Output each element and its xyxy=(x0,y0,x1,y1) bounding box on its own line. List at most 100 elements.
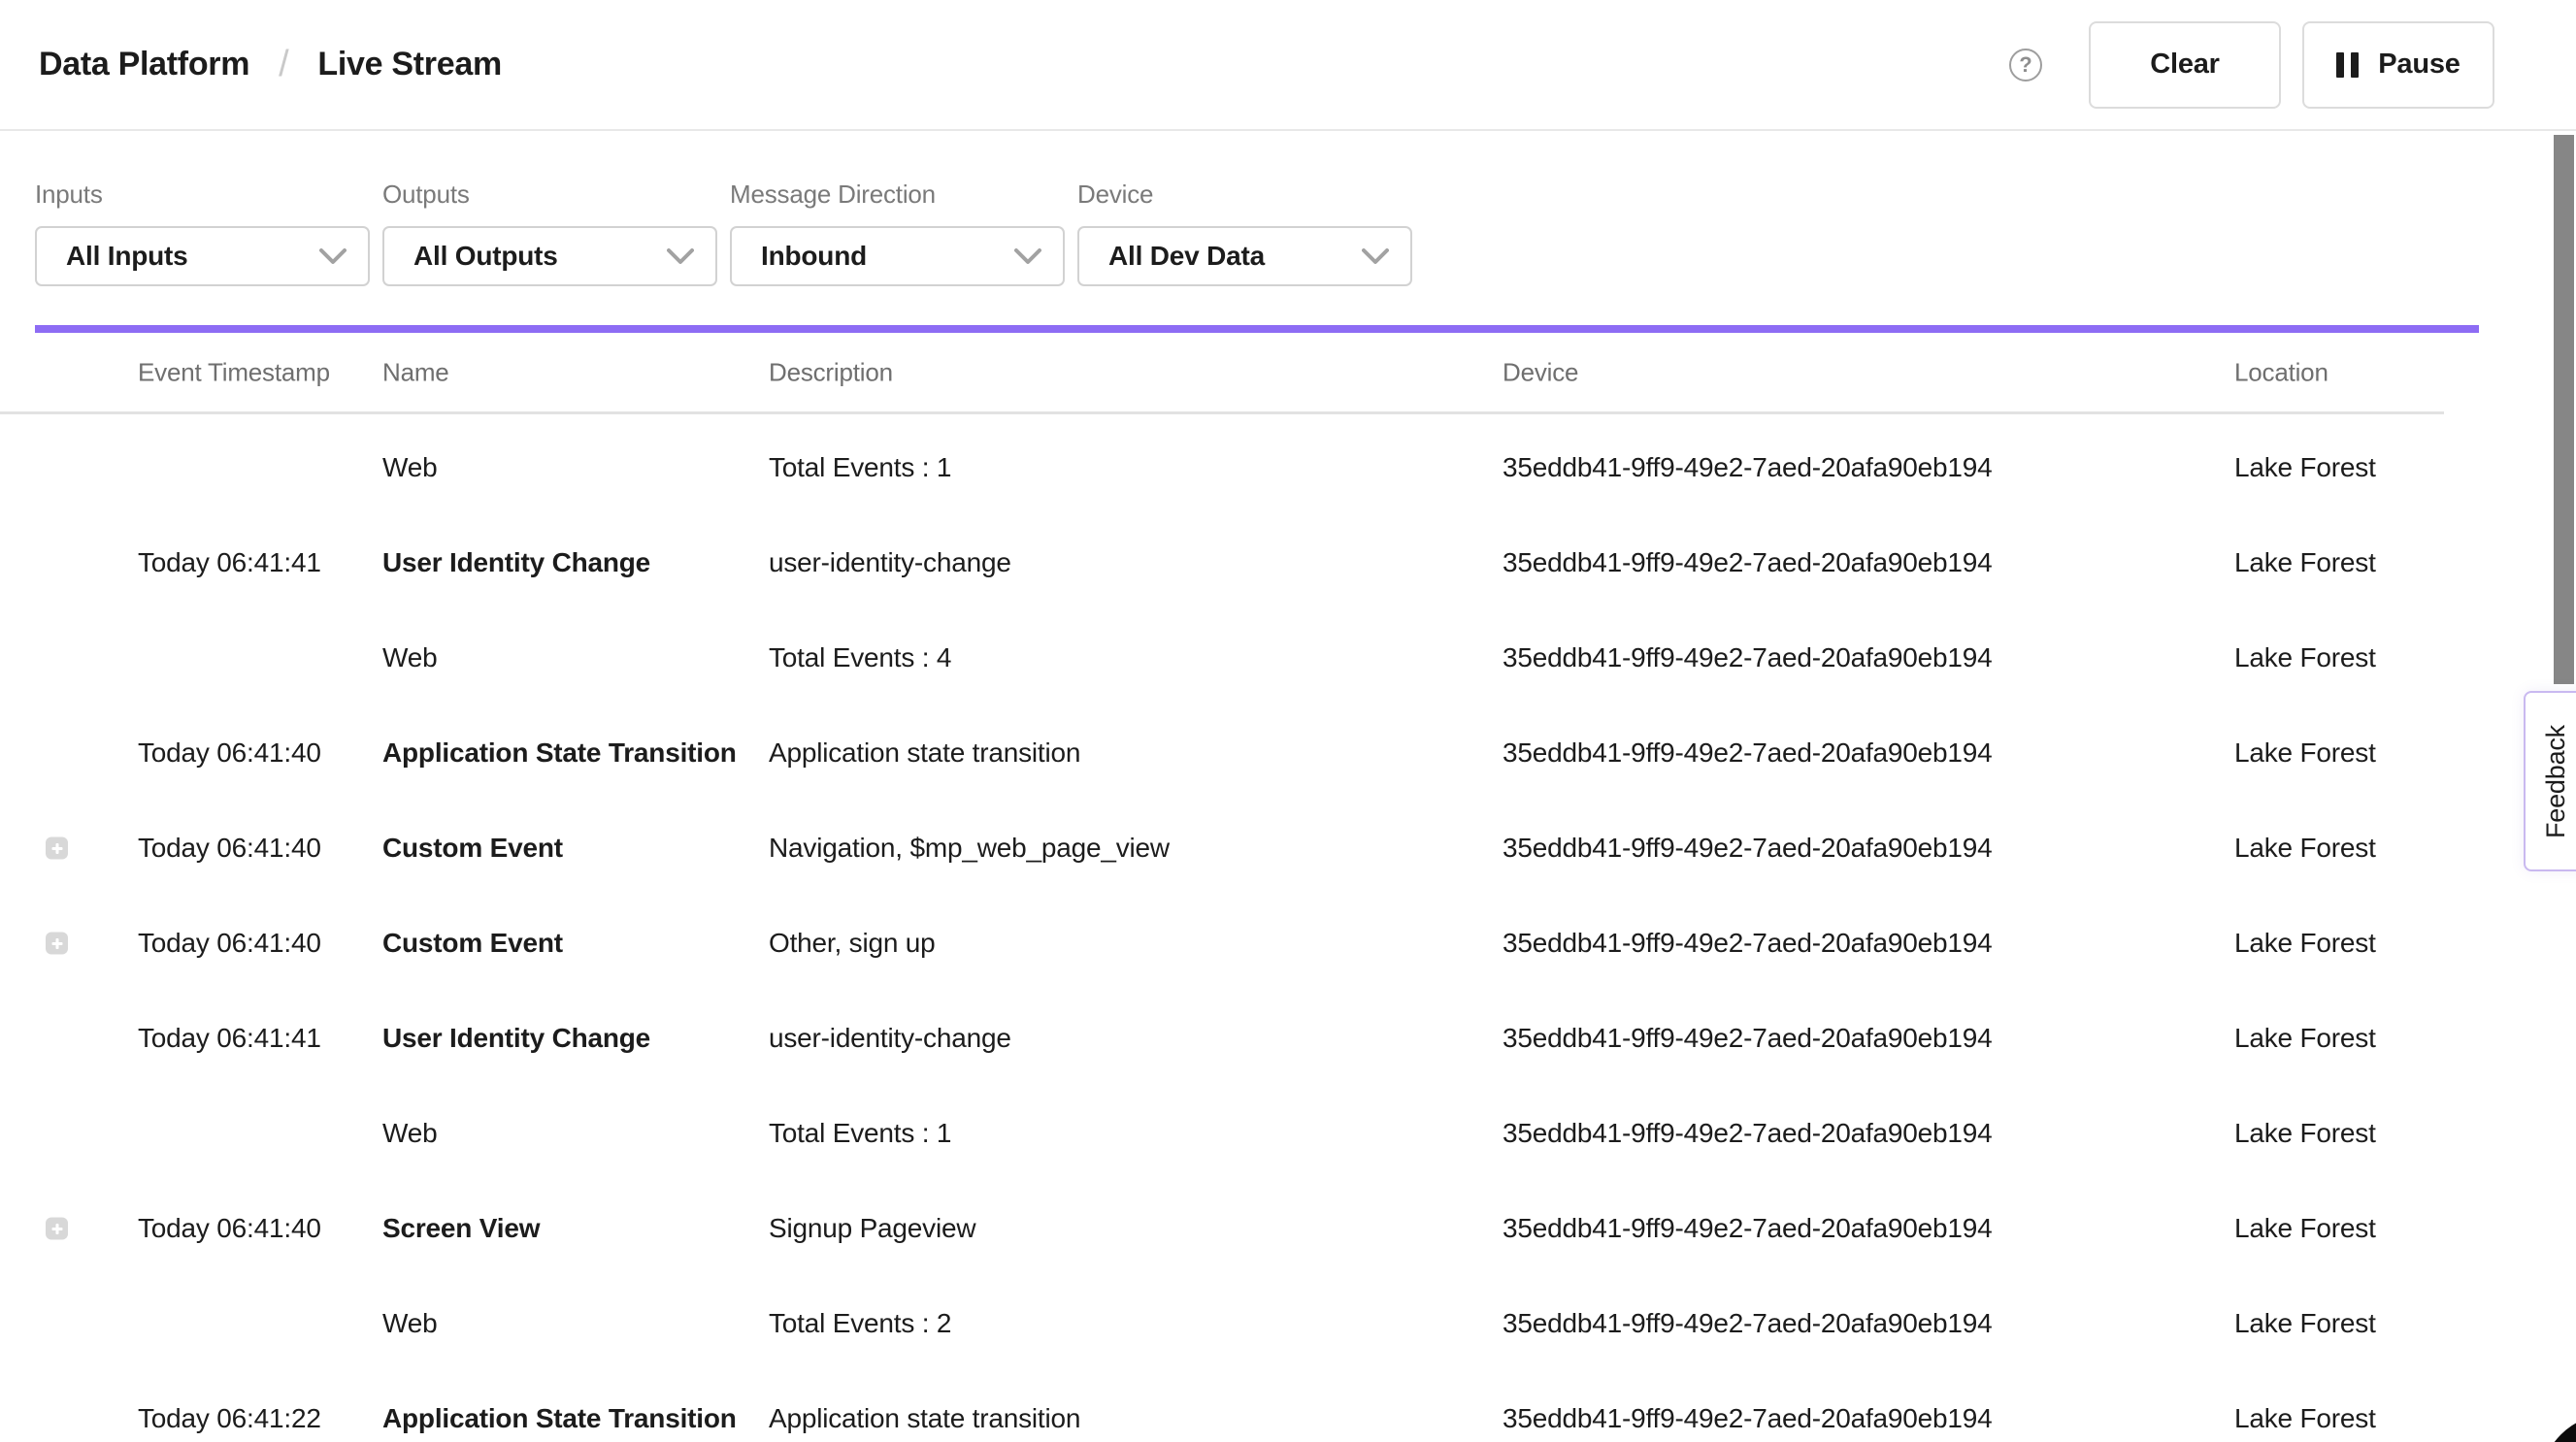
events-table: Event Timestamp Name Description Device … xyxy=(0,333,2576,1442)
filter-label: Message Direction xyxy=(730,180,1065,210)
event-location: Lake Forest xyxy=(2234,1308,2376,1339)
column-header-location: Location xyxy=(2234,357,2328,387)
filters-bar: Inputs All Inputs Outputs All Outputs Me… xyxy=(0,131,2576,286)
inputs-select[interactable]: All Inputs xyxy=(35,226,370,286)
column-header-description: Description xyxy=(769,357,893,387)
event-description: Navigation, $mp_web_page_view xyxy=(769,833,1170,864)
event-location: Lake Forest xyxy=(2234,928,2376,959)
expand-row-plus-icon[interactable] xyxy=(46,1218,68,1240)
event-location: Lake Forest xyxy=(2234,1118,2376,1149)
event-timestamp: Today 06:41:22 xyxy=(138,1403,321,1434)
event-name: Screen View xyxy=(382,1213,540,1244)
top-bar-actions: ? Clear Pause xyxy=(2009,21,2494,109)
event-location: Lake Forest xyxy=(2234,547,2376,578)
event-location: Lake Forest xyxy=(2234,1213,2376,1244)
message-direction-select[interactable]: Inbound xyxy=(730,226,1065,286)
table-row: WebTotal Events : 135eddb41-9ff9-49e2-7a… xyxy=(0,1086,2576,1181)
feedback-tab-label: Feedback xyxy=(2541,725,2571,838)
column-header-event-timestamp: Event Timestamp xyxy=(138,357,330,387)
table-row: Today 06:41:40Screen ViewSignup Pageview… xyxy=(0,1181,2576,1276)
table-header-row: Event Timestamp Name Description Device … xyxy=(0,333,2444,414)
chevron-down-icon xyxy=(1362,248,1389,265)
top-bar: Data Platform / Live Stream ? Clear Paus… xyxy=(0,0,2576,131)
event-timestamp: Today 06:41:41 xyxy=(138,1023,321,1054)
help-icon[interactable]: ? xyxy=(2009,49,2042,82)
event-description: Total Events : 4 xyxy=(769,642,951,673)
event-name: Web xyxy=(382,642,437,673)
device-select-value: All Dev Data xyxy=(1108,241,1265,272)
column-header-device: Device xyxy=(1503,357,1578,387)
event-name: Web xyxy=(382,1118,437,1149)
expand-row-plus-icon[interactable] xyxy=(46,933,68,955)
event-name: Custom Event xyxy=(382,928,563,959)
chevron-down-icon xyxy=(667,248,694,265)
event-location: Lake Forest xyxy=(2234,1403,2376,1434)
event-location: Lake Forest xyxy=(2234,1023,2376,1054)
event-device-id: 35eddb41-9ff9-49e2-7aed-20afa90eb194 xyxy=(1503,1213,1993,1244)
event-timestamp: Today 06:41:40 xyxy=(138,833,321,864)
event-description: Total Events : 2 xyxy=(769,1308,951,1339)
event-timestamp: Today 06:41:40 xyxy=(138,737,321,769)
event-device-id: 35eddb41-9ff9-49e2-7aed-20afa90eb194 xyxy=(1503,1403,1993,1434)
event-name: Application State Transition xyxy=(382,1403,737,1434)
event-name: Web xyxy=(382,1308,437,1339)
event-description: Other, sign up xyxy=(769,928,936,959)
event-location: Lake Forest xyxy=(2234,452,2376,483)
event-timestamp: Today 06:41:40 xyxy=(138,1213,321,1244)
breadcrumb-item-data-platform[interactable]: Data Platform xyxy=(39,46,249,83)
filter-label: Outputs xyxy=(382,180,717,210)
live-stream-page: Data Platform / Live Stream ? Clear Paus… xyxy=(0,0,2576,1442)
table-row: Today 06:41:40 Application State Transiti… xyxy=(0,705,2576,801)
event-description: Application state transition xyxy=(769,737,1080,769)
event-description: Application state transition xyxy=(769,1403,1080,1434)
event-location: Lake Forest xyxy=(2234,833,2376,864)
pause-icon xyxy=(2336,52,2359,78)
outputs-select[interactable]: All Outputs xyxy=(382,226,717,286)
inputs-select-value: All Inputs xyxy=(66,241,188,272)
event-description: user-identity-change xyxy=(769,547,1011,578)
outputs-select-value: All Outputs xyxy=(413,241,558,272)
pause-button-label: Pause xyxy=(2378,49,2460,81)
breadcrumb: Data Platform / Live Stream xyxy=(39,44,502,85)
breadcrumb-separator: / xyxy=(279,44,288,85)
table-row: Today 06:41:41User Identity Changeuser-i… xyxy=(0,991,2576,1086)
table-row: WebTotal Events : 235eddb41-9ff9-49e2-7a… xyxy=(0,1276,2576,1371)
event-name: Web xyxy=(382,452,437,483)
event-device-id: 35eddb41-9ff9-49e2-7aed-20afa90eb194 xyxy=(1503,1118,1993,1149)
event-device-id: 35eddb41-9ff9-49e2-7aed-20afa90eb194 xyxy=(1503,642,1993,673)
filter-label: Inputs xyxy=(35,180,370,210)
feedback-tab[interactable]: Feedback xyxy=(2524,691,2576,871)
filter-inputs: Inputs All Inputs xyxy=(35,180,370,286)
chevron-down-icon xyxy=(319,248,347,265)
table-row: Web Total Events : 4 35eddb41-9ff9-49e2-7a… xyxy=(0,610,2576,705)
event-timestamp: Today 06:41:41 xyxy=(138,547,321,578)
event-description: user-identity-change xyxy=(769,1023,1011,1054)
event-name: User Identity Change xyxy=(382,547,650,578)
event-timestamp: Today 06:41:40 xyxy=(138,928,321,959)
expand-row-plus-icon[interactable] xyxy=(46,837,68,860)
chevron-down-icon xyxy=(1014,248,1041,265)
filter-label: Device xyxy=(1077,180,1412,210)
breadcrumb-item-live-stream: Live Stream xyxy=(317,46,501,83)
device-select[interactable]: All Dev Data xyxy=(1077,226,1412,286)
filter-message-direction: Message Direction Inbound xyxy=(730,180,1065,286)
column-header-name: Name xyxy=(382,357,449,387)
clear-button-label: Clear xyxy=(2150,49,2220,81)
event-location: Lake Forest xyxy=(2234,642,2376,673)
pause-button[interactable]: Pause xyxy=(2302,21,2494,109)
table-row: Web Total Events : 1 35eddb41-9ff9-49e2-7a… xyxy=(0,420,2576,515)
message-direction-select-value: Inbound xyxy=(761,241,867,272)
scrollbar-thumb[interactable] xyxy=(2554,135,2574,684)
table-row: Today 06:41:40 Custom Event Navigation, $m… xyxy=(0,801,2576,896)
event-description: Total Events : 1 xyxy=(769,452,951,483)
table-body: Web Total Events : 1 35eddb41-9ff9-49e2-7a… xyxy=(0,414,2576,1442)
table-row: Today 06:41:41 User Identity Change user-i… xyxy=(0,515,2576,610)
event-name: Custom Event xyxy=(382,833,563,864)
filter-outputs: Outputs All Outputs xyxy=(382,180,717,286)
event-device-id: 35eddb41-9ff9-49e2-7aed-20afa90eb194 xyxy=(1503,547,1993,578)
event-name: Application State Transition xyxy=(382,737,737,769)
live-stream-progress-bar xyxy=(35,325,2479,333)
event-device-id: 35eddb41-9ff9-49e2-7aed-20afa90eb194 xyxy=(1503,452,1993,483)
clear-button[interactable]: Clear xyxy=(2089,21,2281,109)
event-device-id: 35eddb41-9ff9-49e2-7aed-20afa90eb194 xyxy=(1503,737,1993,769)
